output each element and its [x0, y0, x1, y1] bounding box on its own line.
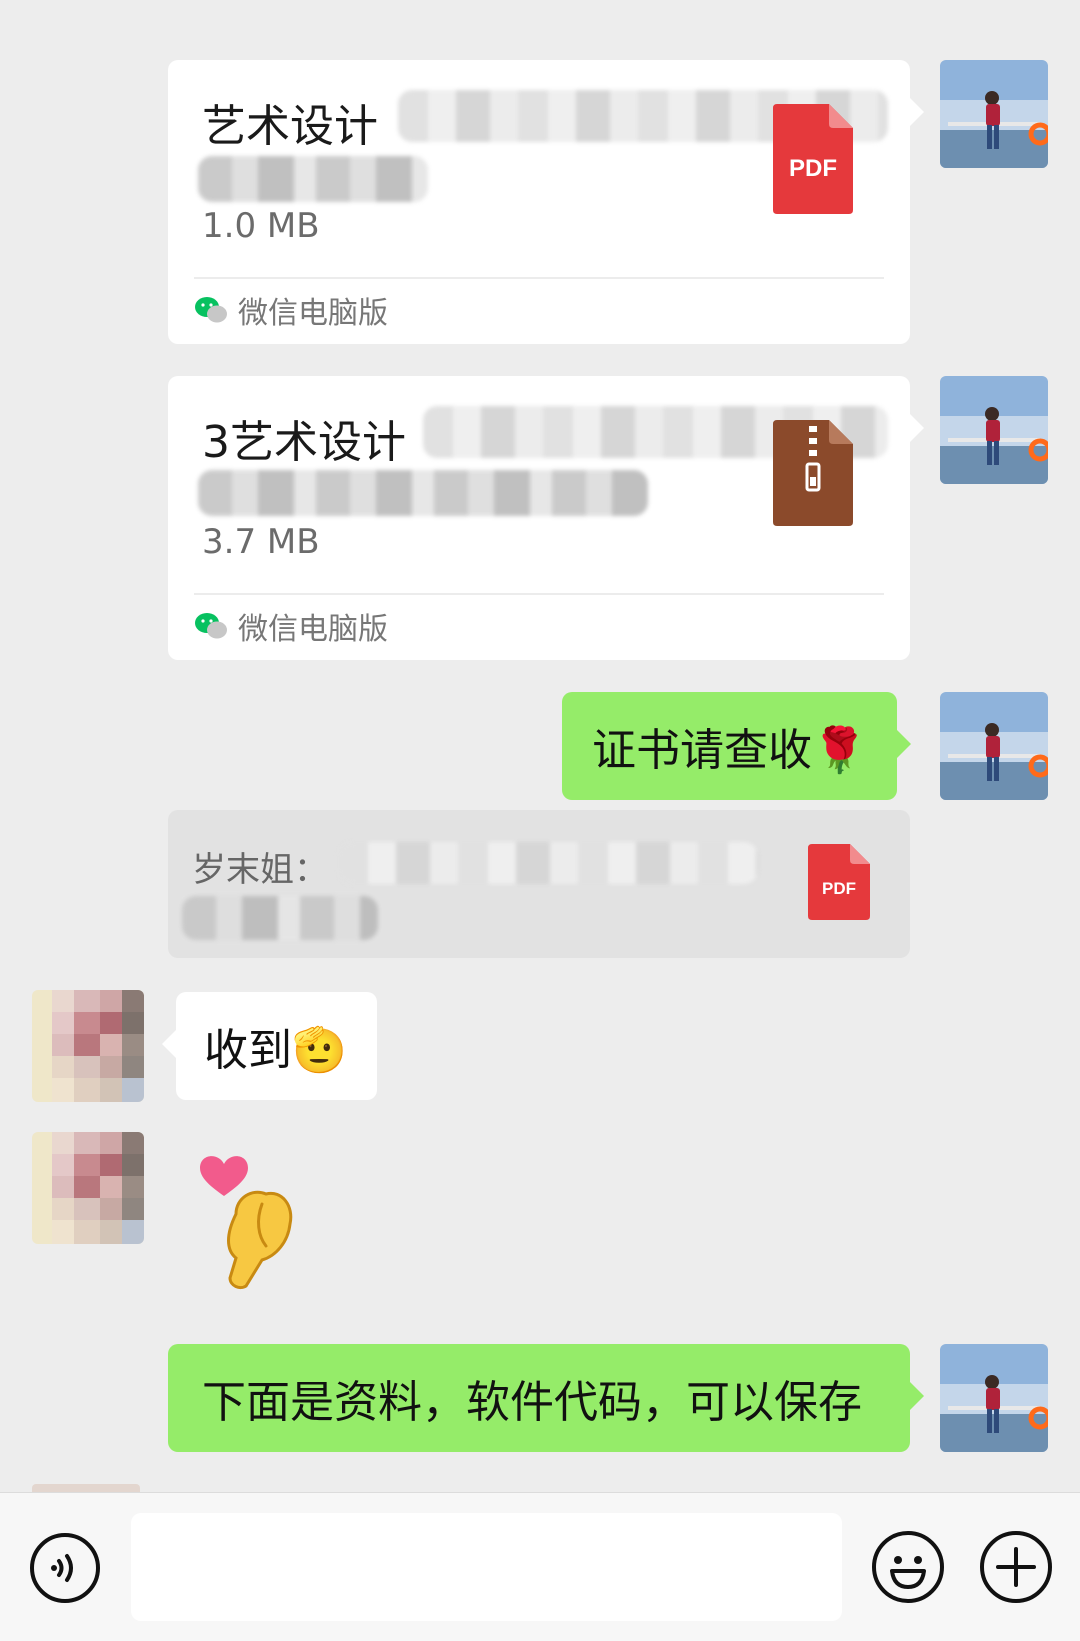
pdf-icon-label: PDF — [789, 155, 837, 182]
wechat-icon — [195, 297, 227, 323]
wechat-icon — [195, 613, 227, 639]
file-size: 3.7 MB — [202, 522, 320, 562]
pdf-icon: PDF — [773, 104, 853, 214]
bubble-tail — [910, 1382, 924, 1410]
text-message-self[interactable]: 下面是资料，软件代码，可以保存 — [168, 1344, 924, 1452]
message-input[interactable] — [131, 1513, 842, 1621]
bubble-tail — [162, 1030, 176, 1058]
voice-icon[interactable] — [30, 1533, 100, 1603]
source-row: 微信电脑版 — [194, 288, 388, 332]
file-title: 3艺术设计 — [202, 417, 406, 468]
bubble-tail — [910, 414, 924, 442]
message-text: 证书请查收🌹 — [592, 725, 867, 776]
chat-screen: 艺术设计 1.0 MB PDF 微信电脑版 3艺术设计 3.7 MB 微信电脑版… — [0, 0, 1080, 1641]
message-text: 收到🫡 — [204, 1025, 347, 1076]
text-message-other[interactable]: 收到🫡 — [162, 992, 377, 1100]
redacted-quote — [338, 842, 758, 884]
file-message-zip[interactable]: 3艺术设计 3.7 MB 微信电脑版 — [168, 376, 924, 660]
avatar-self[interactable] — [940, 1344, 1048, 1452]
text-message-self[interactable]: 证书请查收🌹 — [562, 692, 911, 800]
pdf-icon: PDF — [808, 844, 870, 920]
pdf-icon-label: PDF — [822, 879, 856, 898]
file-message-pdf[interactable]: 艺术设计 1.0 MB PDF 微信电脑版 — [168, 60, 924, 344]
card-divider — [194, 593, 884, 595]
source-row: 微信电脑版 — [194, 604, 388, 648]
avatar-self[interactable] — [940, 60, 1048, 168]
source-label: 微信电脑版 — [238, 296, 388, 331]
plus-icon[interactable] — [980, 1531, 1052, 1603]
file-title: 艺术设计 — [202, 101, 378, 152]
message-text: 下面是资料，软件代码，可以保存 — [202, 1377, 862, 1428]
avatar-self[interactable] — [940, 376, 1048, 484]
redacted-quote — [182, 896, 378, 940]
redacted-filename — [198, 156, 428, 202]
zip-icon — [773, 420, 853, 526]
avatar-other[interactable] — [32, 1132, 144, 1244]
redacted-filename — [198, 470, 648, 516]
avatar-self[interactable] — [940, 692, 1048, 800]
bubble-tail — [896, 730, 911, 758]
avatar-other[interactable] — [32, 990, 144, 1102]
quoted-message[interactable]: 岁末姐： PDF — [168, 810, 910, 958]
input-bar — [0, 1492, 1080, 1641]
quote-sender: 岁末姐： — [192, 850, 328, 890]
avatar-other-partial — [32, 1484, 140, 1492]
source-label: 微信电脑版 — [238, 612, 388, 647]
emoji-icon[interactable] — [872, 1531, 944, 1603]
heart-hand-sticker[interactable] — [196, 1150, 306, 1290]
bubble-tail — [910, 98, 924, 126]
card-divider — [194, 277, 884, 279]
file-size: 1.0 MB — [202, 206, 320, 246]
